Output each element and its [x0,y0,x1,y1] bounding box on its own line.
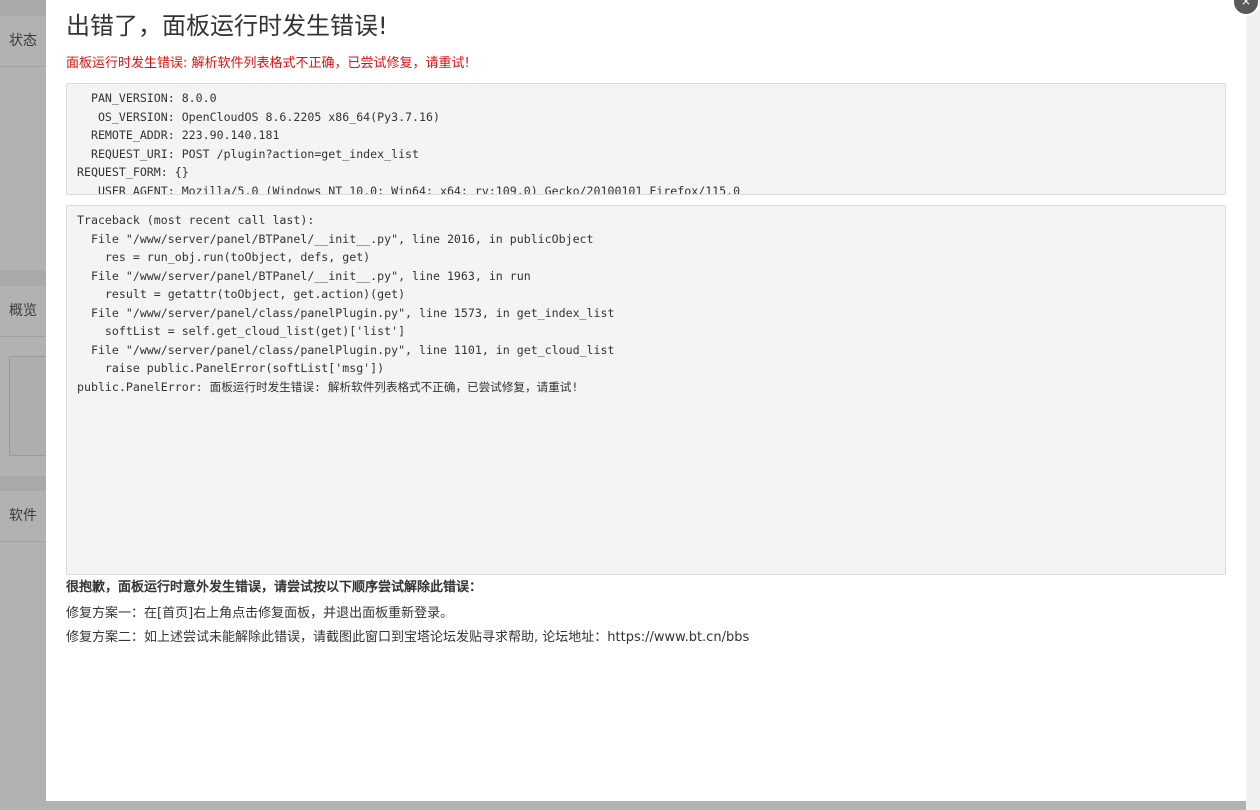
traceback-line: File "/www/server/panel/class/panelPlugi… [90,342,615,357]
env-line: PAN_VERSION: 8.0.0 [90,91,217,105]
env-line: REQUEST_FORM: {} [77,165,189,179]
environment-info-text: PAN_VERSION: 8.0.0 OS_VERSION: OpenCloud… [67,84,1225,195]
traceback-line: raise public.PanelError(softList['msg']) [104,361,385,375]
traceback-line: File "/www/server/panel/BTPanel/__init__… [90,268,531,283]
env-line: REMOTE_ADDR: 223.90.140.181 [90,128,280,142]
traceback-line: softList = self.get_cloud_list(get)['lis… [104,324,406,338]
page-scrollbar[interactable] [1246,0,1260,810]
fix-option-2: 修复方案二：如上述尝试未能解除此错误，请截图此窗口到宝塔论坛发贴寻求帮助, 论坛… [66,630,750,645]
help-heading: 很抱歉，面板运行时意外发生错误，请尝试按以下顺序尝试解除此错误： [66,580,483,595]
traceback-line: public.PanelError: 面板运行时发生错误: 解析软件列表格式不正… [77,379,579,394]
env-line: USER_AGENT: Mozilla/5.0 (Windows NT 10.0… [77,183,741,195]
traceback-box: Traceback (most recent call last): File … [66,205,1226,575]
env-line: OS_VERSION: OpenCloudOS 8.6.2205 x86_64(… [97,109,440,124]
fix-option-1: 修复方案一：在[首页]右上角点击修复面板，并退出面板重新登录。 [66,606,454,621]
dialog-title: 出错了，面板运行时发生错误! [66,12,388,40]
traceback-text: Traceback (most recent call last): File … [67,206,1225,401]
traceback-line: File "/www/server/panel/BTPanel/__init__… [90,231,594,246]
traceback-line: File "/www/server/panel/class/panelPlugi… [90,305,615,320]
traceback-line: result = getattr(toObject, get.action)(g… [104,287,406,301]
error-dialog: 出错了，面板运行时发生错误! 面板运行时发生错误: 解析软件列表格式不正确，已尝… [46,0,1246,801]
traceback-line: Traceback (most recent call last): [77,213,315,227]
environment-info-box: PAN_VERSION: 8.0.0 OS_VERSION: OpenCloud… [66,83,1226,195]
help-section: 很抱歉，面板运行时意外发生错误，请尝试按以下顺序尝试解除此错误： 修复方案一：在… [66,577,749,650]
error-message: 面板运行时发生错误: 解析软件列表格式不正确，已尝试修复，请重试! [66,56,470,71]
traceback-line: res = run_obj.run(toObject, defs, get) [104,250,371,264]
env-line: REQUEST_URI: POST /plugin?action=get_ind… [90,146,420,161]
